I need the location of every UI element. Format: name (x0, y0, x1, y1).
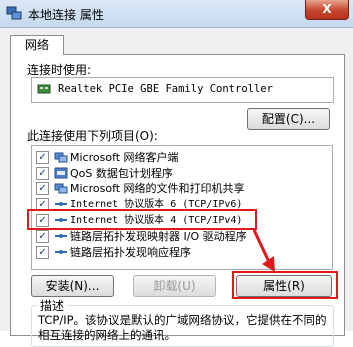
adapter-field: Realtek PCIe GBE Family Controller (31, 77, 334, 103)
network-client-icon (54, 152, 68, 163)
configure-button[interactable]: 配置(C)... (247, 108, 330, 130)
list-item[interactable]: ✓ 链路层拓扑发现响应程序 (32, 245, 332, 260)
tab-network[interactable]: 网络 (10, 35, 64, 55)
description-title: 描述 (37, 297, 68, 314)
tab-network-label: 网络 (24, 38, 49, 52)
close-button[interactable]: X (305, 0, 349, 20)
list-item[interactable]: ✓ 链路层拓扑发现映射器 I/O 驱动程序 (32, 229, 332, 244)
connect-using-label: 连接时使用: (27, 63, 92, 77)
list-item[interactable]: ✓ Microsoft 网络客户端 (32, 150, 332, 165)
uninstall-button: 卸载(U) (133, 275, 216, 297)
protocol-icon (55, 234, 67, 238)
component-list[interactable]: ✓ Microsoft 网络客户端 ✓ QoS 数据包计划程序 ✓ Micros… (31, 145, 333, 270)
checkbox[interactable]: ✓ (36, 182, 49, 195)
protocol-icon (55, 250, 67, 254)
close-icon: X (322, 2, 332, 16)
checkbox[interactable]: ✓ (36, 167, 49, 180)
highlight-ipv4 (27, 209, 257, 230)
network-adapter-icon (37, 84, 51, 94)
description-text: TCP/IP。该协议是默认的广域网络协议，它提供在不同的相互连接的网络上的通讯。 (38, 313, 327, 342)
list-item[interactable]: ✓ Microsoft 网络的文件和打印机共享 (32, 181, 332, 196)
network-connection-icon (6, 6, 22, 20)
install-button[interactable]: 安装(N)... (31, 275, 114, 297)
file-share-icon (54, 183, 68, 194)
window-title: 本地连接 属性 (28, 8, 104, 22)
adapter-name: Realtek PCIe GBE Family Controller (58, 83, 273, 95)
qos-icon (54, 167, 68, 179)
list-item[interactable]: ✓ QoS 数据包计划程序 (32, 166, 332, 181)
arrow-annotation-icon (252, 229, 275, 272)
title-bar: 本地连接 属性 X (0, 0, 353, 28)
checkbox[interactable]: ✓ (36, 246, 49, 259)
checkbox[interactable]: ✓ (36, 151, 49, 164)
checkbox[interactable]: ✓ (36, 230, 49, 243)
highlight-properties (232, 271, 338, 299)
items-label: 此连接使用下列项目(O): (27, 129, 158, 143)
